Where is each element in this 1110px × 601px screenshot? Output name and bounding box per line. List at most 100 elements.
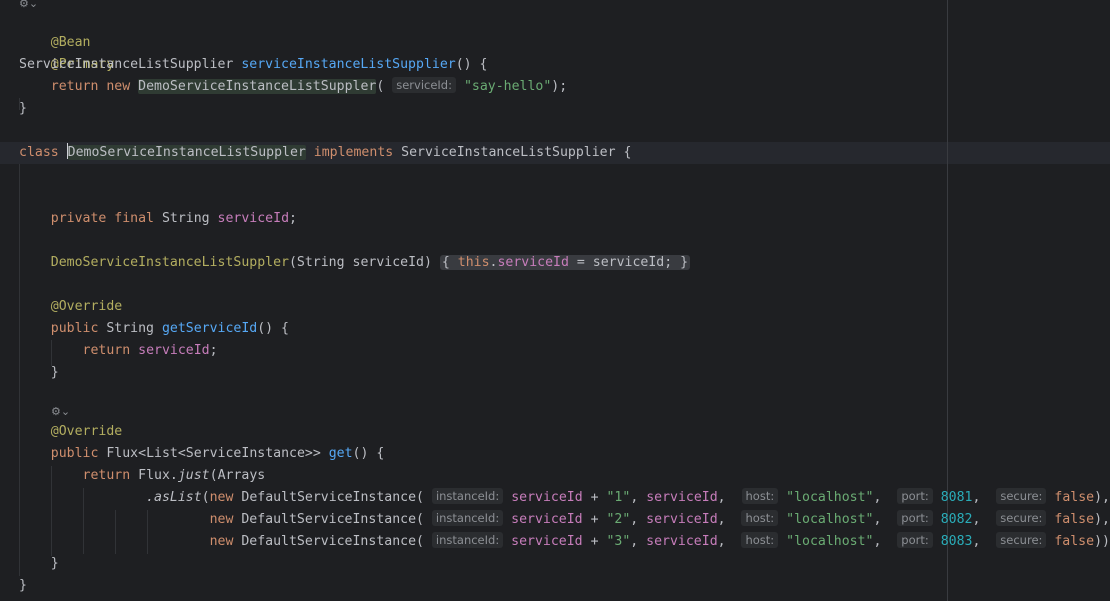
field-name: serviceId	[497, 255, 569, 270]
parameter-hint: host:	[741, 488, 779, 504]
type-name: ServiceInstanceListSupplier	[401, 145, 616, 160]
punctuation: ),	[1094, 490, 1110, 505]
parameter-hint: port:	[897, 532, 933, 548]
keyword: new	[106, 79, 131, 94]
parameter-name: serviceId	[352, 255, 424, 270]
method-name: getServiceId	[161, 321, 258, 336]
code-line[interactable]: @Primary	[19, 32, 115, 72]
keyword: implements	[313, 145, 394, 160]
code-line[interactable]: }	[19, 575, 27, 597]
keyword: public	[50, 321, 99, 336]
annotation: @Override	[50, 424, 123, 439]
keyword: final	[114, 211, 154, 226]
field-name: serviceId	[511, 512, 583, 527]
field-name: serviceId	[217, 211, 290, 226]
parameter-hint: serviceId:	[392, 77, 456, 93]
keyword: new	[209, 512, 234, 527]
parameter-hint: secure:	[996, 510, 1047, 526]
code-line[interactable]: public Flux<List<ServiceInstance>> get()…	[19, 443, 385, 465]
code-line[interactable]: class DemoServiceInstanceListSuppler imp…	[19, 142, 631, 164]
type-name: ServiceInstance	[185, 446, 305, 461]
keyword: false	[1054, 512, 1095, 527]
field-name: serviceId	[138, 343, 210, 358]
parameter-hint: instanceId:	[431, 488, 504, 504]
code-line[interactable]: private final String serviceId;	[19, 208, 297, 230]
code-editor[interactable]: ⚙⌄ ⚙⌄ @Bean @Primary ServiceInstanceList…	[0, 0, 1110, 601]
field-name: serviceId	[646, 490, 718, 505]
keyword: new	[209, 534, 234, 549]
parameter-hint: host:	[741, 510, 779, 526]
string-literal: "say-hello"	[463, 79, 552, 94]
parameter-hint: port:	[897, 510, 933, 526]
code-line[interactable]: .asList(new DefaultServiceInstance( inst…	[19, 487, 1110, 509]
method-name: asList	[154, 490, 202, 505]
code-line[interactable]: }	[19, 98, 27, 120]
parameter-hint: port:	[897, 488, 933, 504]
method-name: .	[146, 490, 154, 505]
string-literal: "localhost"	[786, 534, 874, 549]
constructor-name: DemoServiceInstanceListSuppler	[50, 255, 289, 270]
parameter-name: serviceId	[592, 255, 665, 270]
parameter-hint: host:	[741, 532, 779, 548]
constructor-call: DemoServiceInstanceListSuppler	[138, 79, 377, 94]
code-line[interactable]: new DefaultServiceInstance( instanceId: …	[19, 531, 1110, 553]
type-name: DefaultServiceInstance	[241, 490, 417, 505]
number-literal: 8081	[940, 490, 973, 505]
field-name: serviceId	[511, 490, 583, 505]
code-line[interactable]: @Bean	[19, 10, 91, 50]
string-literal: "localhost"	[786, 490, 874, 505]
keyword: new	[209, 490, 234, 505]
type-name: Flux	[138, 468, 170, 483]
punctuation: ),	[1094, 512, 1110, 527]
code-line[interactable]: @Override	[19, 421, 122, 443]
code-line[interactable]: }	[19, 362, 59, 384]
override-gutter-icon[interactable]: ⚙⌄	[51, 405, 70, 419]
parameter-hint: instanceId:	[431, 532, 504, 548]
folded-block[interactable]: { this.serviceId = serviceId; }	[439, 255, 691, 270]
type-name: ServiceInstanceListSupplier	[19, 57, 234, 72]
code-line[interactable]: DemoServiceInstanceListSuppler(String se…	[19, 252, 691, 274]
keyword: this	[457, 255, 490, 270]
number-literal: 8083	[940, 534, 973, 549]
code-line[interactable]: return Flux.just(Arrays	[19, 465, 266, 487]
parameter-hint: secure:	[996, 532, 1047, 548]
string-literal: "2"	[606, 512, 631, 527]
parameter-hint: instanceId:	[431, 510, 504, 526]
punctuation: ));	[1094, 534, 1110, 549]
type-name: Flux	[106, 446, 139, 461]
code-line[interactable]: ServiceInstanceListSupplier serviceInsta…	[19, 54, 487, 76]
type-name: Arrays	[217, 468, 266, 483]
code-line[interactable]: public String getServiceId() {	[19, 318, 289, 340]
field-name: serviceId	[511, 534, 583, 549]
field-name: serviceId	[646, 534, 718, 549]
method-name: just	[177, 468, 210, 483]
method-name: serviceInstanceListSupplier	[241, 57, 456, 72]
type-name: List	[146, 446, 178, 461]
type-name: DefaultServiceInstance	[241, 512, 417, 527]
code-line[interactable]: @Override	[19, 296, 122, 318]
string-literal: "1"	[606, 490, 631, 505]
code-line[interactable]: return serviceId;	[19, 340, 218, 362]
keyword: false	[1054, 534, 1095, 549]
string-literal: "localhost"	[786, 512, 874, 527]
annotation: @Override	[50, 299, 123, 314]
parameter-hint: secure:	[996, 488, 1047, 504]
code-line[interactable]: }	[19, 553, 59, 575]
keyword: private	[50, 211, 107, 226]
code-line[interactable]: new DefaultServiceInstance( instanceId: …	[19, 509, 1110, 531]
keyword: false	[1054, 490, 1095, 505]
field-name: serviceId	[646, 512, 718, 527]
keyword: return	[50, 79, 99, 94]
type-name: DefaultServiceInstance	[241, 534, 417, 549]
number-literal: 8082	[940, 512, 973, 527]
method-name: get	[328, 446, 353, 461]
keyword: return	[82, 343, 131, 358]
string-literal: "3"	[606, 534, 631, 549]
class-name: DemoServiceInstanceListSuppler	[67, 145, 306, 160]
keyword: class	[19, 145, 59, 160]
type-name: String	[161, 211, 210, 226]
type-name: String	[106, 321, 154, 336]
keyword: return	[82, 468, 131, 483]
code-line[interactable]: return new DemoServiceInstanceListSupple…	[19, 76, 567, 98]
keyword: public	[50, 446, 99, 461]
